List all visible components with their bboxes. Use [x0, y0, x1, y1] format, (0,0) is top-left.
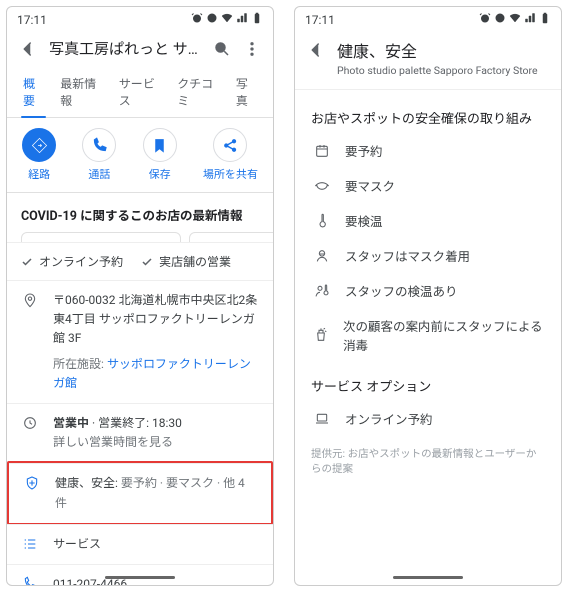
wifi-icon: [221, 12, 233, 27]
services-row[interactable]: サービス: [7, 524, 273, 564]
address-text: 〒060-0032 北海道札幌市中央区北2条東4丁目 サッポロファクトリーレンガ…: [53, 291, 259, 393]
check-instore: 実店舗の営業: [141, 253, 231, 270]
battery-icon: [539, 12, 551, 27]
page-title: 健康、安全: [337, 38, 549, 62]
tab-photos[interactable]: 写真: [228, 67, 265, 117]
list-icon: [21, 536, 39, 552]
check-online: オンライン予約: [21, 253, 123, 270]
hours-row[interactable]: 営業中 · 営業終了: 18:30 詳しい営業時間を見る: [7, 403, 273, 462]
mask-icon: [313, 177, 331, 195]
signal-icon: [236, 12, 248, 27]
app-bar: 写真工房ぱれっと サッポロ...: [7, 30, 273, 67]
status-icons: [479, 12, 551, 27]
directions-button[interactable]: 経路: [22, 128, 56, 182]
laptop-icon: [313, 410, 331, 428]
share-icon: [213, 128, 247, 162]
call-button[interactable]: 通話: [82, 128, 116, 182]
sanitize-icon: [313, 326, 329, 344]
back-icon[interactable]: [19, 40, 37, 58]
address-row[interactable]: 〒060-0032 北海道札幌市中央区北2条東4丁目 サッポロファクトリーレンガ…: [7, 280, 273, 403]
share-button[interactable]: 場所を共有: [203, 128, 258, 182]
nav-handle[interactable]: [393, 576, 463, 579]
section-safety: お店やスポットの安全確保の取り組み: [295, 94, 561, 133]
battery-icon: [251, 12, 263, 27]
more-icon[interactable]: [243, 40, 261, 58]
pin-icon: [21, 292, 39, 308]
search-icon[interactable]: [213, 40, 231, 58]
attributes-row: オンライン予約 実店舗の営業: [7, 242, 273, 280]
phone-row[interactable]: 011-207-4466: [7, 564, 273, 586]
bookmark-icon: [143, 128, 177, 162]
alarm-icon: [479, 12, 491, 27]
label: 通話: [88, 166, 110, 182]
staff-mask-icon: [313, 247, 331, 265]
clock: 17:11: [17, 13, 47, 27]
item-staff-mask: スタッフはマスク着用: [295, 238, 561, 273]
phone-icon: [82, 128, 116, 162]
status-bar: 17:11: [7, 7, 273, 30]
source-note: 提供元: お店やスポットの最新情報とユーザーからの提案: [295, 436, 561, 486]
update-cards: 新型コロナウイルスによりたくさんのご家庭にご不安やご負担が増えていることと思いま…: [7, 232, 273, 242]
tab-services[interactable]: サービス: [111, 67, 170, 117]
calendar-icon: [313, 142, 331, 160]
item-temp: 要検温: [295, 203, 561, 238]
item-online-booking: オンライン予約: [295, 401, 561, 436]
wifi-icon: [509, 12, 521, 27]
section-service: サービス オプション: [295, 362, 561, 401]
action-row: 経路 通話 保存 場所を共有: [7, 118, 273, 193]
covid-heading: COVID-19 に関するこのお店の最新情報: [7, 193, 273, 232]
status-bar: 17:11: [295, 7, 561, 30]
page-subtitle: Photo studio palette Sapporo Factory Sto…: [337, 64, 549, 77]
phone-right: 17:11 健康、安全 Photo studio palette Sapporo…: [294, 6, 562, 586]
save-button[interactable]: 保存: [143, 128, 177, 182]
back-icon[interactable]: [307, 41, 325, 59]
nav-handle[interactable]: [105, 576, 175, 579]
item-staff-temp: スタッフの検温あり: [295, 273, 561, 308]
page-title: 写真工房ぱれっと サッポロ...: [49, 38, 201, 59]
update-card[interactable]: 新型コロナウイルスんのご家庭にご不えていることと思 2 日前 詳細: [189, 232, 273, 242]
update-card[interactable]: 新型コロナウイルスによりたくさんのご家庭にご不安やご負担が増えていることと思いま…: [21, 232, 181, 242]
alarm-icon: [191, 12, 203, 27]
item-reservation: 要予約: [295, 133, 561, 168]
tabs: 概要 最新情報 サービス クチコミ 写真: [7, 67, 273, 118]
phone-icon: [21, 576, 39, 586]
location-icon: [494, 12, 506, 27]
health-safety-row[interactable]: 健康、安全: 要予約 · 要マスク · 他 4 件: [9, 463, 271, 522]
item-sanitize: 次の顧客の案内前にスタッフによる消毒: [295, 308, 561, 362]
label: 場所を共有: [203, 166, 258, 182]
clock: 17:11: [305, 13, 335, 27]
label: 経路: [28, 166, 50, 182]
phone-left: 17:11 写真工房ぱれっと サッポロ... 概要 最新情報 サービス クチコミ…: [6, 6, 274, 586]
item-mask: 要マスク: [295, 168, 561, 203]
shield-icon: [23, 475, 41, 491]
tab-reviews[interactable]: クチコミ: [169, 67, 228, 117]
clock-icon: [21, 415, 39, 431]
tab-updates[interactable]: 最新情報: [52, 67, 111, 117]
thermometer-icon: [313, 212, 331, 230]
directions-icon: [22, 128, 56, 162]
tab-overview[interactable]: 概要: [15, 67, 52, 117]
app-bar: 健康、安全 Photo studio palette Sapporo Facto…: [295, 30, 561, 85]
staff-temp-icon: [313, 282, 331, 300]
label: 保存: [149, 166, 171, 182]
location-icon: [206, 12, 218, 27]
status-icons: [191, 12, 263, 27]
signal-icon: [524, 12, 536, 27]
